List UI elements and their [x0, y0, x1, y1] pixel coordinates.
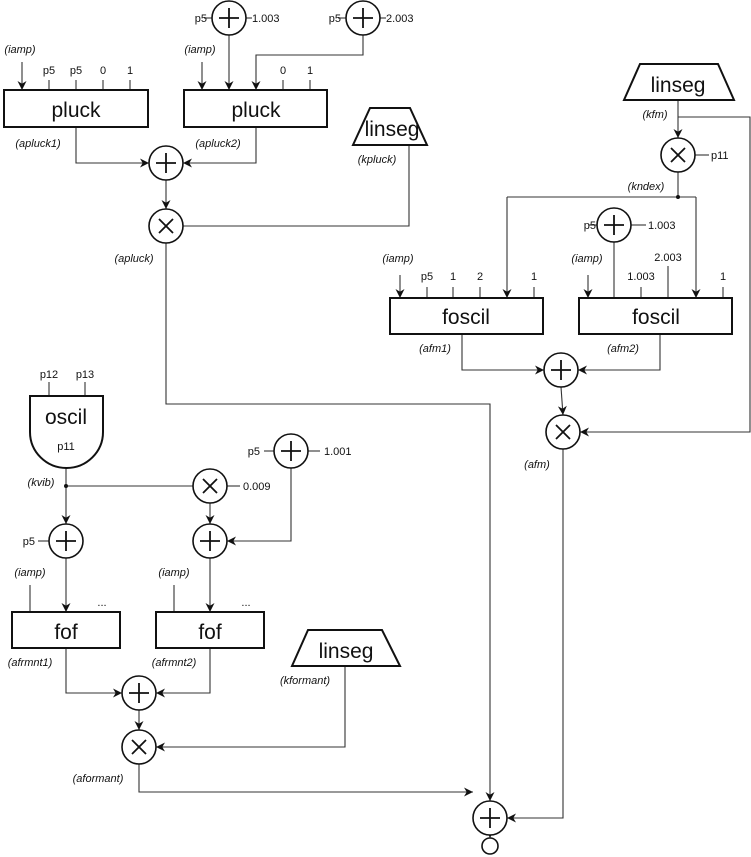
wire: [557, 386, 567, 416]
arg-1: 1: [307, 65, 313, 77]
plus-circle-icon: [48, 523, 84, 559]
signal-iamp: (iamp): [4, 44, 36, 56]
fof1-label: fof: [54, 621, 78, 644]
plus-circle-icon: [192, 523, 228, 559]
arg-p5: p5: [421, 271, 433, 283]
foscil2-label: foscil: [632, 306, 680, 329]
signal-kpluck: (kpluck): [358, 154, 397, 166]
arg-ellipsis: ...: [97, 597, 106, 609]
flowchart-svg: pluck pluck linseg linseg foscil foscil …: [3, 0, 751, 855]
signal-kndex: (kndex): [628, 181, 665, 193]
plus-circle-icon: [273, 433, 309, 469]
arg-1: 1: [127, 65, 133, 77]
signal-afrmnt1: (afrmnt1): [8, 657, 53, 669]
signal-iamp: (iamp): [571, 253, 603, 265]
arg-p5: p5: [70, 65, 82, 77]
times-circle-icon: [148, 208, 184, 244]
signal-afm2: (afm2): [607, 343, 639, 355]
wire: [75, 127, 149, 168]
arg-1003: 1.003: [627, 271, 655, 283]
wire: [65, 648, 122, 698]
arg-p5: p5: [584, 220, 596, 232]
arg-1003: 1.003: [648, 220, 676, 232]
signal-afm: (afm): [524, 459, 550, 471]
times-circle-icon: [192, 468, 228, 504]
foscil1-label: foscil: [442, 306, 490, 329]
plus-circle-icon: [472, 800, 508, 836]
arg-2: 2: [477, 271, 483, 283]
wire: [461, 334, 544, 375]
linseg-kfm-label: linseg: [651, 74, 706, 97]
aformant-wire: [138, 764, 473, 797]
arg-p12: p12: [40, 369, 58, 381]
arg-1: 1: [531, 271, 537, 283]
arg-2003: 2.003: [386, 13, 414, 25]
plus-circle-icon: [543, 352, 579, 388]
arg-1001: 1.001: [324, 446, 352, 458]
arg-2003: 2.003: [654, 252, 682, 264]
arg-p5: p5: [43, 65, 55, 77]
signal-afrmnt2: (afrmnt2): [152, 657, 197, 669]
arg-p5: p5: [195, 13, 207, 25]
signal-iamp: (iamp): [184, 44, 216, 56]
arg-0009: 0.009: [243, 481, 271, 493]
junction-dot: [676, 195, 680, 199]
times-circle-icon: [121, 729, 157, 765]
oscil-table-label: p11: [57, 441, 75, 453]
plus-circle-icon: [345, 0, 381, 36]
arg-0: 0: [280, 65, 286, 77]
fof2-label: fof: [198, 621, 222, 644]
signal-kvib: (kvib): [28, 477, 55, 489]
arg-p11: p11: [711, 150, 729, 162]
linseg-kpluck-label: linseg: [365, 118, 420, 141]
wire: [156, 648, 211, 698]
plus-circle-icon: [211, 0, 247, 36]
signal-apluck2: (apluck2): [195, 138, 241, 150]
signal-apluck: (apluck): [114, 253, 153, 265]
arg-0: 0: [100, 65, 106, 77]
arg-1: 1: [720, 271, 726, 283]
signal-afm1: (afm1): [419, 343, 451, 355]
junction-dot: [64, 484, 68, 488]
pluck1-label: pluck: [51, 99, 101, 122]
arg-p13: p13: [76, 369, 94, 381]
signal-aformant: (aformant): [73, 773, 124, 785]
linseg-kformant-label: linseg: [319, 640, 374, 663]
plus-circle-icon: [596, 207, 632, 243]
times-circle-icon: [545, 414, 581, 450]
signal-iamp: (iamp): [158, 567, 190, 579]
instrument-flowchart: pluck pluck linseg linseg foscil foscil …: [0, 0, 751, 857]
oscil-label: oscil: [45, 406, 87, 429]
arg-1: 1: [450, 271, 456, 283]
pluck2-label: pluck: [231, 99, 281, 122]
signal-iamp: (iamp): [382, 253, 414, 265]
times-circle-icon: [660, 137, 696, 173]
arg-1003: 1.003: [252, 13, 280, 25]
signal-iamp: (iamp): [14, 567, 46, 579]
signal-kformant: (kformant): [280, 675, 330, 687]
afm-wire: [507, 449, 564, 823]
signal-kfm: (kfm): [642, 109, 667, 121]
output-open-circle-icon: [481, 837, 499, 855]
signal-apluck1: (apluck1): [15, 138, 61, 150]
arg-p5: p5: [23, 536, 35, 548]
plus-circle-icon: [121, 675, 157, 711]
plus-circle-icon: [148, 145, 184, 181]
arg-p5: p5: [329, 13, 341, 25]
arg-ellipsis: ...: [241, 597, 250, 609]
arg-p5: p5: [248, 446, 260, 458]
wire: [227, 468, 292, 546]
